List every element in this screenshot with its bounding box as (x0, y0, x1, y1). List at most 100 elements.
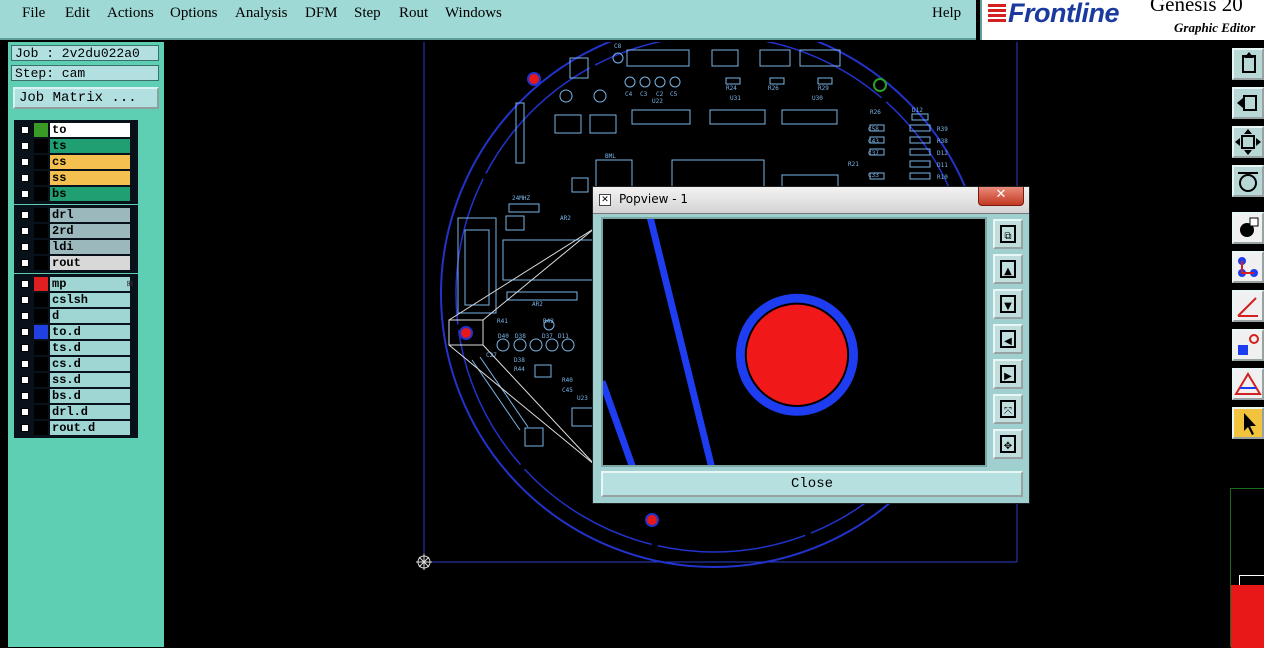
layer-row-bs[interactable]: bs (16, 186, 136, 202)
layer-row-ss-d[interactable]: ss.d (16, 372, 136, 388)
layer-row-mp[interactable]: mp ⊞ (16, 276, 136, 292)
layer-row-ldi[interactable]: ldi (16, 239, 136, 255)
layer-row-ts-d[interactable]: ts.d (16, 340, 136, 356)
layer-color-swatch[interactable] (34, 341, 48, 355)
zoom-center-icon[interactable]: ✥ (993, 429, 1023, 459)
pan-right-icon[interactable]: ▶ (993, 359, 1023, 389)
layer-checkbox[interactable] (21, 280, 29, 288)
layer-checkbox[interactable] (21, 227, 29, 235)
layer-name[interactable]: ts (50, 139, 130, 153)
window-close-icon[interactable]: ✕ (978, 187, 1024, 206)
layer-name[interactable]: bs (50, 187, 130, 201)
layer-name[interactable]: ss (50, 171, 130, 185)
layer-checkbox[interactable] (21, 312, 29, 320)
layer-row-cs[interactable]: cs (16, 154, 136, 170)
layer-color-swatch[interactable] (34, 325, 48, 339)
zoom-fit-icon[interactable]: ⤧ (993, 394, 1023, 424)
menu-step[interactable]: Step (354, 5, 381, 22)
layer-name[interactable]: drl (50, 208, 130, 222)
layer-color-swatch[interactable] (34, 421, 48, 435)
layer-color-swatch[interactable] (34, 224, 48, 238)
layer-name[interactable]: ts.d (50, 341, 130, 355)
layer-checkbox[interactable] (21, 392, 29, 400)
layer-checkbox[interactable] (21, 174, 29, 182)
layer-color-swatch[interactable] (34, 293, 48, 307)
layer-checkbox[interactable] (21, 126, 29, 134)
layer-checkbox[interactable] (21, 424, 29, 432)
layer-color-swatch[interactable] (34, 405, 48, 419)
tool-snap-icon[interactable] (1232, 329, 1264, 361)
tool-net-icon[interactable] (1232, 251, 1264, 283)
layer-name[interactable]: ss.d (50, 373, 130, 387)
layer-name[interactable]: drl.d (50, 405, 130, 419)
layer-row-ts[interactable]: ts (16, 138, 136, 154)
layer-color-swatch[interactable] (34, 240, 48, 254)
layer-name[interactable]: ldi (50, 240, 130, 254)
layer-checkbox[interactable] (21, 376, 29, 384)
layer-checkbox[interactable] (21, 296, 29, 304)
layer-row-drl[interactable]: drl (16, 207, 136, 223)
tool-cursor-up-icon[interactable] (1232, 48, 1264, 80)
layer-row-cslsh[interactable]: cslsh (16, 292, 136, 308)
layer-color-swatch[interactable] (34, 389, 48, 403)
menu-file[interactable]: File (22, 5, 45, 22)
menu-edit[interactable]: Edit (65, 5, 90, 22)
layer-checkbox[interactable] (21, 211, 29, 219)
layer-name[interactable]: to.d (50, 325, 130, 339)
popview-titlebar[interactable]: ✕ Popview - 1 (593, 187, 1029, 214)
layer-row-cs-d[interactable]: cs.d (16, 356, 136, 372)
layer-color-swatch[interactable] (34, 357, 48, 371)
layer-color-swatch[interactable] (34, 256, 48, 270)
menu-help[interactable]: Help (932, 5, 961, 22)
layer-checkbox[interactable] (21, 142, 29, 150)
layer-checkbox[interactable] (21, 190, 29, 198)
popview-canvas[interactable] (601, 217, 987, 467)
pan-down-icon[interactable]: ▼ (993, 289, 1023, 319)
layer-color-swatch[interactable] (34, 208, 48, 222)
layer-color-swatch[interactable] (34, 123, 48, 137)
pan-left-icon[interactable]: ◀ (993, 324, 1023, 354)
tool-dim-icon[interactable] (1232, 368, 1264, 400)
tool-measure-icon[interactable] (1232, 290, 1264, 322)
layer-color-swatch[interactable] (34, 277, 48, 291)
tool-pointer-icon[interactable] (1232, 407, 1264, 439)
layer-color-swatch[interactable] (34, 187, 48, 201)
tool-move-icon[interactable] (1232, 87, 1264, 119)
layer-name[interactable]: mp (50, 277, 130, 291)
pan-up-icon[interactable]: ▲ (993, 254, 1023, 284)
layer-row-ss[interactable]: ss (16, 170, 136, 186)
layer-color-swatch[interactable] (34, 155, 48, 169)
layer-color-swatch[interactable] (34, 139, 48, 153)
menu-analysis[interactable]: Analysis (235, 5, 288, 22)
fit-window-icon[interactable]: ⧉ (993, 219, 1023, 249)
layer-row-to[interactable]: to (16, 122, 136, 138)
layer-row-drl-d[interactable]: drl.d (16, 404, 136, 420)
layer-name[interactable]: bs.d (50, 389, 130, 403)
layer-color-swatch[interactable] (34, 171, 48, 185)
menu-options[interactable]: Options (170, 5, 218, 22)
layer-checkbox[interactable] (21, 344, 29, 352)
layer-checkbox[interactable] (21, 243, 29, 251)
layer-checkbox[interactable] (21, 328, 29, 336)
menu-windows[interactable]: Windows (445, 5, 502, 22)
layer-row-rout-d[interactable]: rout.d (16, 420, 136, 436)
layer-row-rout[interactable]: rout (16, 255, 136, 271)
layer-name[interactable]: rout.d (50, 421, 130, 435)
layer-name[interactable]: rout (50, 256, 130, 270)
layer-name[interactable]: to (50, 123, 130, 137)
layer-row-bs-d[interactable]: bs.d (16, 388, 136, 404)
layer-checkbox[interactable] (21, 259, 29, 267)
tool-select-icon[interactable] (1232, 212, 1264, 244)
layer-row-d[interactable]: d (16, 308, 136, 324)
menu-dfm[interactable]: DFM (305, 5, 338, 22)
layer-color-swatch[interactable] (34, 373, 48, 387)
layer-color-swatch[interactable] (34, 309, 48, 323)
expand-icon[interactable]: ⊞ (126, 279, 133, 288)
layer-name[interactable]: 2rd (50, 224, 130, 238)
layer-name[interactable]: d (50, 309, 130, 323)
tool-edit-icon[interactable] (1232, 165, 1264, 197)
layer-name[interactable]: cs (50, 155, 130, 169)
layer-checkbox[interactable] (21, 360, 29, 368)
layer-checkbox[interactable] (21, 408, 29, 416)
menu-actions[interactable]: Actions (107, 5, 154, 22)
